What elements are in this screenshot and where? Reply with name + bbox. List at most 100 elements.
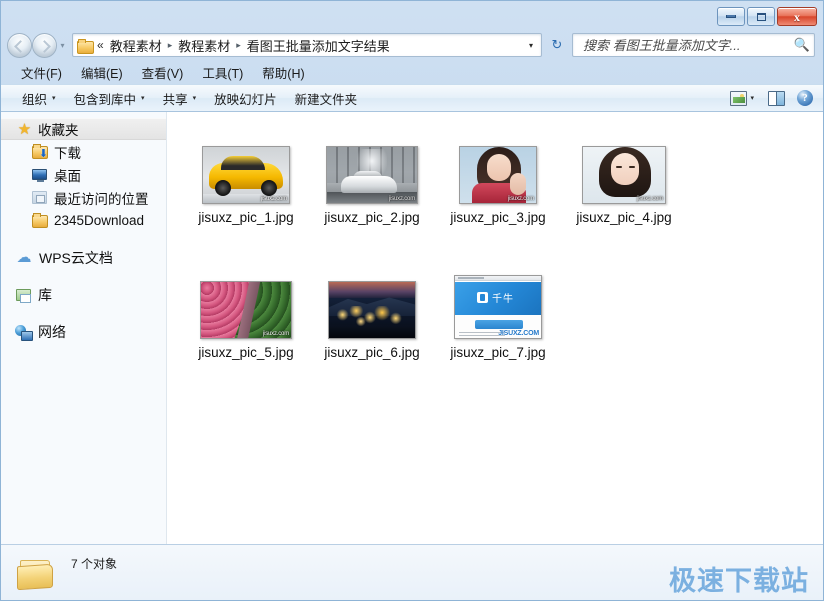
file-name: jisuxz_pic_7.jpg <box>450 345 546 360</box>
star-icon: ★ <box>17 120 32 138</box>
breadcrumb-separator-1[interactable]: ▸ <box>234 40 243 51</box>
thumbnail-wrapper: jisuxz.com <box>574 140 674 204</box>
close-icon: x <box>794 9 800 24</box>
breadcrumb-item-0[interactable]: 教程素材 <box>107 34 165 57</box>
navigation-pane: ★ 收藏夹 ⬇ 下载 桌面 最近访问的位置 2345Download ☁ WPS… <box>1 112 167 544</box>
sidebar-item-recent-places[interactable]: 最近访问的位置 <box>1 186 166 209</box>
search-box[interactable]: 🔍 <box>572 33 815 57</box>
file-name: jisuxz_pic_4.jpg <box>576 210 672 225</box>
maximize-icon <box>756 12 766 21</box>
file-name: jisuxz_pic_2.jpg <box>324 210 420 225</box>
sidebar-item-label: 网络 <box>38 323 66 340</box>
image-watermark: jisuxz.com <box>507 196 534 202</box>
navigation-buttons: ▾ <box>7 32 68 58</box>
item-count-label: 7 个对象 <box>71 557 118 571</box>
chevron-down-icon: ▾ <box>141 95 145 102</box>
sidebar-item-2345download[interactable]: 2345Download <box>1 209 166 232</box>
sidebar-item-label: 收藏夹 <box>38 123 79 138</box>
sidebar-item-label: WPS云文档 <box>39 249 113 266</box>
menu-edit[interactable]: 编辑(E) <box>73 60 131 85</box>
sidebar-item-label: 桌面 <box>54 168 81 184</box>
preview-pane-icon[interactable] <box>768 90 785 106</box>
image-watermark: jisuxz.com <box>388 196 415 202</box>
content-area: ★ 收藏夹 ⬇ 下载 桌面 最近访问的位置 2345Download ☁ WPS… <box>1 112 823 544</box>
list-item[interactable]: jisuxz_pic_6.jpg <box>309 267 435 402</box>
thumbnail-image: jisuxz.com <box>582 146 666 204</box>
library-icon <box>15 287 32 303</box>
image-watermark: jisuxz.com <box>262 331 289 337</box>
site-watermark: 极速下载站 <box>669 566 809 597</box>
menu-file[interactable]: 文件(F) <box>13 60 70 85</box>
slideshow-button[interactable]: 放映幻灯片 <box>205 85 286 112</box>
search-input[interactable] <box>581 36 791 54</box>
sidebar-item-network[interactable]: 网络 <box>1 320 166 343</box>
sidebar-item-favorites[interactable]: ★ 收藏夹 <box>1 118 166 140</box>
thumbnail-image <box>328 281 416 339</box>
thumbnail-wrapper: jisuxz.com <box>196 140 296 204</box>
file-name: jisuxz_pic_3.jpg <box>450 210 546 225</box>
maximize-button[interactable] <box>747 7 775 26</box>
file-list-view[interactable]: jisuxz.com jisuxz_pic_1.jpg jisuxz.com j… <box>167 112 823 544</box>
window-controls: x <box>717 7 817 26</box>
list-item[interactable]: jisuxz.com jisuxz_pic_1.jpg <box>183 132 309 267</box>
share-with-label: 共享 <box>162 92 188 107</box>
list-item[interactable]: jisuxz.com jisuxz_pic_3.jpg <box>435 132 561 267</box>
file-name: jisuxz_pic_1.jpg <box>198 210 294 225</box>
thumbnail-wrapper: jisuxz.com <box>448 140 548 204</box>
sidebar-item-label: 下载 <box>54 145 81 161</box>
share-with-button[interactable]: 共享 ▾ <box>154 85 206 112</box>
breadcrumb-item-2[interactable]: 看图王批量添加文字结果 <box>244 34 393 57</box>
thumbnail-image: jisuxz.com <box>459 146 537 204</box>
recent-pages-dropdown-icon[interactable]: ▾ <box>57 33 68 58</box>
search-icon: 🔍 <box>793 37 810 52</box>
help-icon[interactable]: ? <box>797 90 813 106</box>
back-button[interactable] <box>7 32 32 58</box>
organize-label: 组织 <box>22 92 48 107</box>
new-folder-button[interactable]: 新建文件夹 <box>286 85 367 112</box>
close-button[interactable]: x <box>777 7 817 26</box>
list-item[interactable]: jisuxz.com jisuxz_pic_4.jpg <box>561 132 687 267</box>
change-view-icon[interactable] <box>730 90 748 106</box>
include-in-library-label: 包含到库中 <box>73 92 137 107</box>
sidebar-item-wps-cloud[interactable]: ☁ WPS云文档 <box>1 246 166 269</box>
minimize-icon <box>726 15 736 18</box>
breadcrumb-item-1[interactable]: 教程素材 <box>175 34 233 57</box>
image-watermark: JISUXZ.COM <box>498 330 539 337</box>
menu-view[interactable]: 查看(V) <box>134 60 192 85</box>
chevron-down-icon[interactable]: ▾ <box>750 94 754 102</box>
recent-places-icon <box>31 190 48 205</box>
minimize-button[interactable] <box>717 7 745 26</box>
folder-icon <box>15 554 59 592</box>
list-item[interactable]: jisuxz.com jisuxz_pic_2.jpg <box>309 132 435 267</box>
address-row: ▾ « 教程素材 ▸ 教程素材 ▸ 看图王批量添加文字结果 ▾ ↻ 🔍 <box>1 29 823 61</box>
folder-icon <box>31 213 48 228</box>
chevron-down-icon: ▾ <box>192 95 197 102</box>
thumbnail-image: jisuxz.com <box>200 281 292 339</box>
sidebar-item-label: 库 <box>38 286 52 303</box>
command-bar-icons: ▾ ? <box>730 90 817 106</box>
menu-help[interactable]: 帮助(H) <box>254 60 312 85</box>
details-pane: 7 个对象 极速下载站 <box>1 544 823 600</box>
list-item[interactable]: 千牛 JISUXZ.COM jisuxz_pic_7.jpg <box>435 267 561 402</box>
sidebar-item-libraries[interactable]: 库 <box>1 283 166 306</box>
list-item[interactable]: jisuxz.com jisuxz_pic_5.jpg <box>183 267 309 402</box>
command-bar: 组织 ▾ 包含到库中 ▾ 共享 ▾ 放映幻灯片 新建文件夹 ▾ ? <box>1 84 823 112</box>
organize-button[interactable]: 组织 ▾ <box>13 85 65 112</box>
sidebar-item-desktop[interactable]: 桌面 <box>1 163 166 186</box>
refresh-button[interactable]: ↻ <box>546 33 568 57</box>
menu-tools[interactable]: 工具(T) <box>194 60 251 85</box>
folder-icon <box>77 38 94 54</box>
sidebar-item-label: 2345Download <box>54 213 145 228</box>
thumbnail-image: jisuxz.com <box>202 146 290 204</box>
breadcrumb-overflow[interactable]: « <box>94 36 106 54</box>
sidebar-item-label: 最近访问的位置 <box>54 191 149 207</box>
include-in-library-button[interactable]: 包含到库中 ▾ <box>65 85 154 112</box>
thumbnail-image: 千牛 JISUXZ.COM <box>454 275 542 339</box>
sidebar-item-downloads[interactable]: ⬇ 下载 <box>1 140 166 163</box>
chevron-down-icon[interactable]: ▾ <box>525 41 539 50</box>
address-bar[interactable]: « 教程素材 ▸ 教程素材 ▸ 看图王批量添加文字结果 ▾ <box>72 33 542 57</box>
breadcrumb-separator-0[interactable]: ▸ <box>166 40 175 51</box>
forward-button[interactable] <box>32 32 57 58</box>
